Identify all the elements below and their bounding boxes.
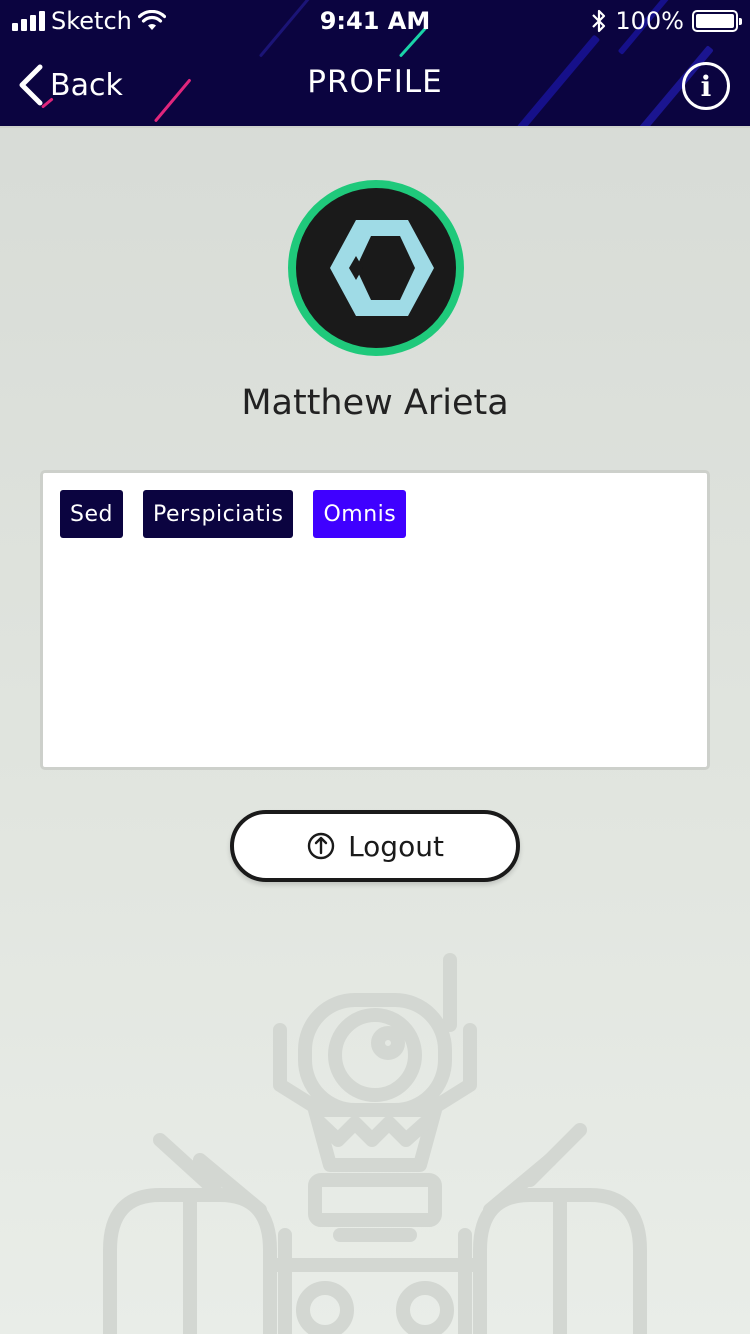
user-name: Matthew Arieta — [241, 383, 509, 423]
tag-omnis[interactable]: Omnis — [313, 490, 407, 538]
status-right: 100% — [591, 7, 742, 35]
bluetooth-icon — [592, 9, 606, 33]
header-bar: Sketch 9:41 AM 100% Back PROFILE i — [0, 0, 750, 128]
page-title: PROFILE — [307, 64, 443, 100]
avatar-logo — [296, 188, 456, 348]
logout-button[interactable]: Logout — [230, 810, 520, 882]
hexagon-logo-icon — [330, 220, 434, 316]
status-bar: Sketch 9:41 AM 100% — [0, 0, 750, 40]
info-icon: i — [700, 69, 712, 103]
battery-percent: 100% — [615, 7, 684, 35]
tags-container: Sed Perspiciatis Omnis — [40, 470, 710, 770]
tag-sed[interactable]: Sed — [60, 490, 123, 538]
logout-label: Logout — [348, 829, 444, 863]
robot-mascot-illustration — [103, 953, 647, 1334]
power-icon — [307, 832, 335, 860]
avatar[interactable] — [288, 180, 464, 356]
battery-icon — [692, 10, 742, 32]
tag-perspiciatis[interactable]: Perspiciatis — [142, 490, 294, 538]
info-button[interactable]: i — [682, 62, 730, 110]
